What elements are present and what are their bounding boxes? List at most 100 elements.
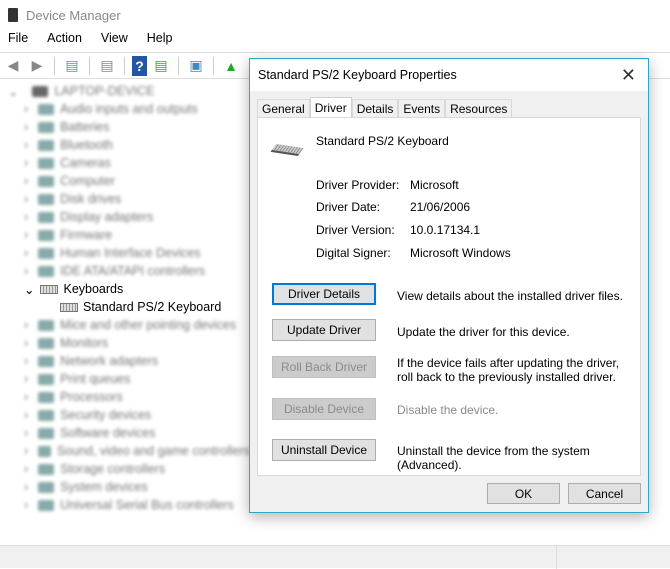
tree-item-label: Print queues bbox=[60, 372, 131, 386]
menu-view[interactable]: View bbox=[101, 31, 128, 51]
chevron-right-icon[interactable]: › bbox=[24, 246, 28, 260]
chevron-right-icon[interactable]: › bbox=[24, 120, 28, 134]
uninstall-device-button[interactable]: Uninstall Device bbox=[272, 439, 376, 461]
tree-item[interactable]: › System devices bbox=[0, 478, 250, 496]
chevron-right-icon[interactable]: › bbox=[24, 102, 28, 116]
prop-label: Driver Version: bbox=[316, 223, 395, 237]
tree-item[interactable]: › Processors bbox=[0, 388, 250, 406]
chevron-right-icon[interactable]: › bbox=[24, 408, 28, 422]
tree-item[interactable]: › Batteries bbox=[0, 118, 250, 136]
menu-file[interactable]: File bbox=[8, 31, 28, 51]
tree-item[interactable]: › Bluetooth bbox=[0, 136, 250, 154]
forward-icon[interactable]: ▶ bbox=[27, 56, 47, 76]
tree-item-label: Human Interface Devices bbox=[60, 246, 201, 260]
chevron-right-icon[interactable]: › bbox=[24, 444, 28, 458]
tree-item-label: Processors bbox=[60, 390, 123, 404]
tab-details[interactable]: Details bbox=[351, 99, 399, 117]
chevron-right-icon[interactable]: › bbox=[24, 390, 28, 404]
tree-item[interactable]: › Mice and other pointing devices bbox=[0, 316, 250, 334]
tree-item-label: Bluetooth bbox=[60, 138, 113, 152]
chevron-right-icon[interactable]: › bbox=[24, 462, 28, 476]
chevron-right-icon[interactable]: › bbox=[24, 336, 28, 350]
tree-item[interactable]: › Security devices bbox=[0, 406, 250, 424]
keyboard-icon bbox=[60, 302, 78, 312]
tree-item[interactable]: › Cameras bbox=[0, 154, 250, 172]
status-bar bbox=[0, 545, 670, 569]
tab-resources[interactable]: Resources bbox=[445, 99, 513, 117]
chevron-right-icon[interactable]: › bbox=[24, 372, 28, 386]
disable-device-button[interactable]: Disable Device bbox=[272, 398, 376, 420]
prop-value: Microsoft Windows bbox=[410, 246, 511, 260]
tree-item-label: Firmware bbox=[60, 228, 113, 242]
tree-item[interactable]: › Software devices bbox=[0, 424, 250, 442]
tree-item[interactable]: › Audio inputs and outputs bbox=[0, 100, 250, 118]
roll-back-driver-desc: If the device fails after updating the d… bbox=[397, 356, 620, 384]
tree-item[interactable]: › Firmware bbox=[0, 226, 250, 244]
tree-root[interactable]: ⌄ LAPTOP-DEVICE bbox=[0, 82, 250, 100]
update-driver-icon[interactable]: ▲ bbox=[221, 56, 241, 76]
tree-item[interactable]: › Display adapters bbox=[0, 208, 250, 226]
prop-label: Digital Signer: bbox=[316, 246, 391, 260]
device-category-icon bbox=[38, 427, 55, 439]
device-category-icon bbox=[38, 499, 55, 511]
back-icon[interactable]: ◀ bbox=[3, 56, 23, 76]
chevron-right-icon[interactable]: › bbox=[24, 426, 28, 440]
driver-tab-panel: Standard PS/2 Keyboard Driver Provider: M… bbox=[257, 117, 641, 476]
chevron-right-icon[interactable]: › bbox=[24, 498, 28, 512]
tree-item[interactable]: › IDE ATA/ATAPI controllers bbox=[0, 262, 250, 280]
help-icon[interactable]: ? bbox=[132, 55, 147, 76]
chevron-right-icon[interactable]: › bbox=[24, 480, 28, 494]
menu-action[interactable]: Action bbox=[47, 31, 82, 51]
properties-icon[interactable]: ▤ bbox=[97, 56, 117, 76]
chevron-down-icon[interactable]: ⌄ bbox=[24, 282, 34, 297]
tree-item[interactable]: › Monitors bbox=[0, 334, 250, 352]
cancel-button[interactable]: Cancel bbox=[568, 483, 641, 504]
close-icon[interactable]: ✕ bbox=[621, 65, 636, 86]
update-driver-desc: Update the driver for this device. bbox=[397, 325, 570, 339]
disable-device-desc: Disable the device. bbox=[397, 403, 499, 417]
device-category-icon bbox=[38, 463, 55, 475]
chevron-right-icon[interactable]: › bbox=[24, 192, 28, 206]
device-category-icon bbox=[38, 139, 55, 151]
menu-bar: File Action View Help bbox=[0, 31, 192, 51]
keyboard-icon bbox=[40, 284, 59, 294]
chevron-right-icon[interactable]: › bbox=[24, 228, 28, 242]
tree-item-label: Disk drives bbox=[60, 192, 122, 206]
tab-events[interactable]: Events bbox=[398, 99, 446, 117]
tree-item[interactable]: › Sound, video and game controllers bbox=[0, 442, 250, 460]
driver-details-button[interactable]: Driver Details bbox=[272, 283, 376, 305]
menu-help[interactable]: Help bbox=[147, 31, 173, 51]
roll-back-driver-button[interactable]: Roll Back Driver bbox=[272, 356, 376, 378]
tree-item[interactable]: › Disk drives bbox=[0, 190, 250, 208]
chevron-right-icon[interactable]: › bbox=[24, 318, 28, 332]
action-pane-icon[interactable]: ▤ bbox=[151, 56, 171, 76]
device-category-icon bbox=[38, 229, 55, 241]
tab-general[interactable]: General bbox=[257, 99, 310, 117]
window-title: Device Manager bbox=[26, 7, 121, 23]
tree-item[interactable]: › Storage controllers bbox=[0, 460, 250, 478]
chevron-right-icon[interactable]: › bbox=[24, 210, 28, 224]
tree-item-keyboards[interactable]: ⌄ Keyboards bbox=[0, 280, 250, 298]
tab-strip: General Driver Details Events Resources bbox=[257, 97, 513, 118]
scan-hardware-icon[interactable]: ▣ bbox=[186, 56, 206, 76]
chevron-right-icon[interactable]: › bbox=[24, 174, 28, 188]
chevron-right-icon[interactable]: › bbox=[24, 354, 28, 368]
prop-label: Driver Date: bbox=[316, 200, 381, 214]
tree-item[interactable]: › Computer bbox=[0, 172, 250, 190]
chevron-right-icon[interactable]: › bbox=[24, 264, 28, 278]
tree-item[interactable]: › Print queues bbox=[0, 370, 250, 388]
update-driver-button[interactable]: Update Driver bbox=[272, 319, 376, 341]
tab-driver[interactable]: Driver bbox=[309, 97, 352, 118]
tree-item[interactable]: › Network adapters bbox=[0, 352, 250, 370]
device-category-icon bbox=[38, 265, 55, 277]
tree-item-label: IDE ATA/ATAPI controllers bbox=[60, 264, 206, 278]
title-bar: Device Manager bbox=[0, 0, 670, 30]
chevron-right-icon[interactable]: › bbox=[24, 138, 28, 152]
chevron-right-icon[interactable]: › bbox=[24, 156, 28, 170]
tree-item[interactable]: › Human Interface Devices bbox=[0, 244, 250, 262]
device-manager-icon bbox=[8, 8, 18, 22]
tree-item-standard-ps2-keyboard[interactable]: Standard PS/2 Keyboard bbox=[0, 298, 250, 316]
tree-item[interactable]: › Universal Serial Bus controllers bbox=[0, 496, 250, 514]
ok-button[interactable]: OK bbox=[487, 483, 560, 504]
show-hide-console-tree-icon[interactable]: ▤ bbox=[62, 56, 82, 76]
